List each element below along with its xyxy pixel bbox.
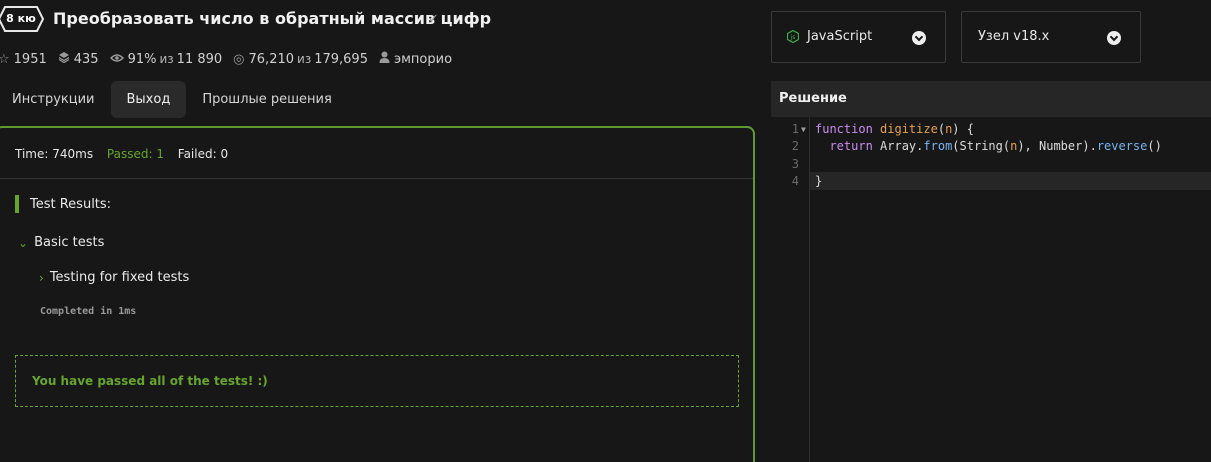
- test-item-fixed[interactable]: › Testing for fixed tests: [39, 270, 189, 285]
- test-summary: Time: 740ms Passed: 1 Failed: 0: [15, 147, 238, 161]
- completed-total: 179,695: [314, 51, 368, 67]
- star-icon: ☆: [0, 51, 10, 67]
- code-editor[interactable]: 1 2 3 4 ▼ function digitize(n) { return …: [771, 117, 1211, 462]
- tab-output[interactable]: Выход: [110, 81, 187, 118]
- code-keyword: return: [815, 139, 873, 153]
- check-icon: ✓: [428, 12, 439, 27]
- satisfaction-total: 11 890: [176, 51, 223, 67]
- chevron-down-icon: ⌄: [18, 235, 29, 250]
- stars-stat[interactable]: ☆ 1951: [0, 52, 47, 67]
- kata-title: Преобразовать число в обратный массив ци…: [53, 9, 492, 28]
- code-object: Array: [872, 139, 917, 153]
- solution-title: Решение: [779, 91, 847, 106]
- target-icon: ◎: [233, 51, 245, 67]
- rank-label: 8 кю: [6, 12, 36, 25]
- code-punct: ), Number): [1017, 139, 1090, 153]
- tab-past-solutions[interactable]: Прошлые решения: [190, 81, 344, 118]
- satisfaction-of: из: [159, 52, 174, 66]
- line-number: 1: [791, 122, 799, 136]
- line-number: 2: [791, 139, 799, 153]
- tab-instructions[interactable]: Инструкции: [0, 81, 107, 118]
- tab-bar: Инструкции Выход Прошлые решения: [0, 81, 344, 119]
- chevron-right-icon: ›: [39, 270, 44, 285]
- fold-arrow-icon[interactable]: ▼: [801, 125, 806, 134]
- language-select[interactable]: js JavaScript: [771, 11, 946, 63]
- eye-icon: [109, 52, 124, 67]
- code-method: from: [923, 139, 953, 153]
- code-function-name: digitize: [872, 122, 938, 136]
- javascript-icon: js: [786, 29, 800, 47]
- accent-bar: [15, 195, 19, 213]
- user-icon: [379, 51, 390, 67]
- author-stat[interactable]: эмпорио: [379, 51, 452, 67]
- code-punct: .: [1089, 139, 1097, 153]
- success-message: You have passed all of the tests! :): [32, 374, 268, 388]
- test-results-label: Test Results:: [30, 196, 112, 212]
- code-line-4: }: [815, 174, 823, 188]
- active-line-highlight: [810, 172, 1211, 190]
- collections-count: 435: [73, 51, 99, 67]
- passed-label: Passed: 1: [106, 147, 164, 161]
- code-line-1: function digitize(n) {: [815, 122, 974, 136]
- kata-stats: ☆ 1951 435 91% из 11 890 ◎ 76,210 из 179…: [0, 50, 463, 68]
- completed-time: Completed in 1ms: [40, 306, 137, 317]
- time-label: Time: 740ms: [15, 147, 94, 161]
- rank-badge: 8 кю: [0, 6, 44, 32]
- code-punct: ) {: [952, 122, 974, 136]
- chevron-down-icon: [912, 31, 926, 45]
- collections-stat[interactable]: 435: [58, 51, 99, 67]
- code-keyword: function: [815, 122, 873, 136]
- line-number: 4: [791, 174, 799, 188]
- completed-count: 76,210: [248, 51, 295, 67]
- test-results-header: Test Results:: [15, 195, 111, 213]
- completed-of: из: [297, 52, 312, 66]
- satisfaction-percent: 91%: [127, 51, 157, 67]
- author-name: эмпорио: [393, 51, 453, 67]
- chevron-down-icon: [1107, 31, 1121, 45]
- code-punct: (: [937, 122, 946, 136]
- svg-text:js: js: [790, 34, 796, 41]
- line-number: 3: [791, 157, 799, 171]
- solution-header: Решение: [771, 81, 1211, 117]
- runtime-select[interactable]: Узел v18.x: [961, 11, 1141, 63]
- code-punct: (): [1147, 139, 1162, 153]
- success-message-box: You have passed all of the tests! :): [15, 355, 739, 407]
- code-punct: (String(: [952, 139, 1011, 153]
- stars-count: 1951: [13, 51, 47, 67]
- test-group-label: Basic tests: [34, 235, 105, 250]
- stack-icon: [58, 51, 70, 67]
- satisfaction-stat: 91% из 11 890: [109, 51, 223, 67]
- code-method: reverse: [1096, 139, 1148, 153]
- failed-label: Failed: 0: [177, 147, 229, 161]
- gutter-divider: [809, 117, 810, 462]
- code-line-2: return Array.from(String(n), Number).rev…: [815, 139, 1162, 153]
- runtime-value: Узел v18.x: [978, 29, 1050, 44]
- test-group-basic[interactable]: ⌄ Basic tests: [18, 235, 104, 250]
- language-value: JavaScript: [807, 29, 873, 44]
- divider: [0, 178, 753, 179]
- completed-stat: ◎ 76,210 из 179,695: [233, 52, 368, 67]
- test-item-label: Testing for fixed tests: [49, 270, 190, 285]
- output-panel: Time: 740ms Passed: 1 Failed: 0 Test Res…: [0, 126, 755, 462]
